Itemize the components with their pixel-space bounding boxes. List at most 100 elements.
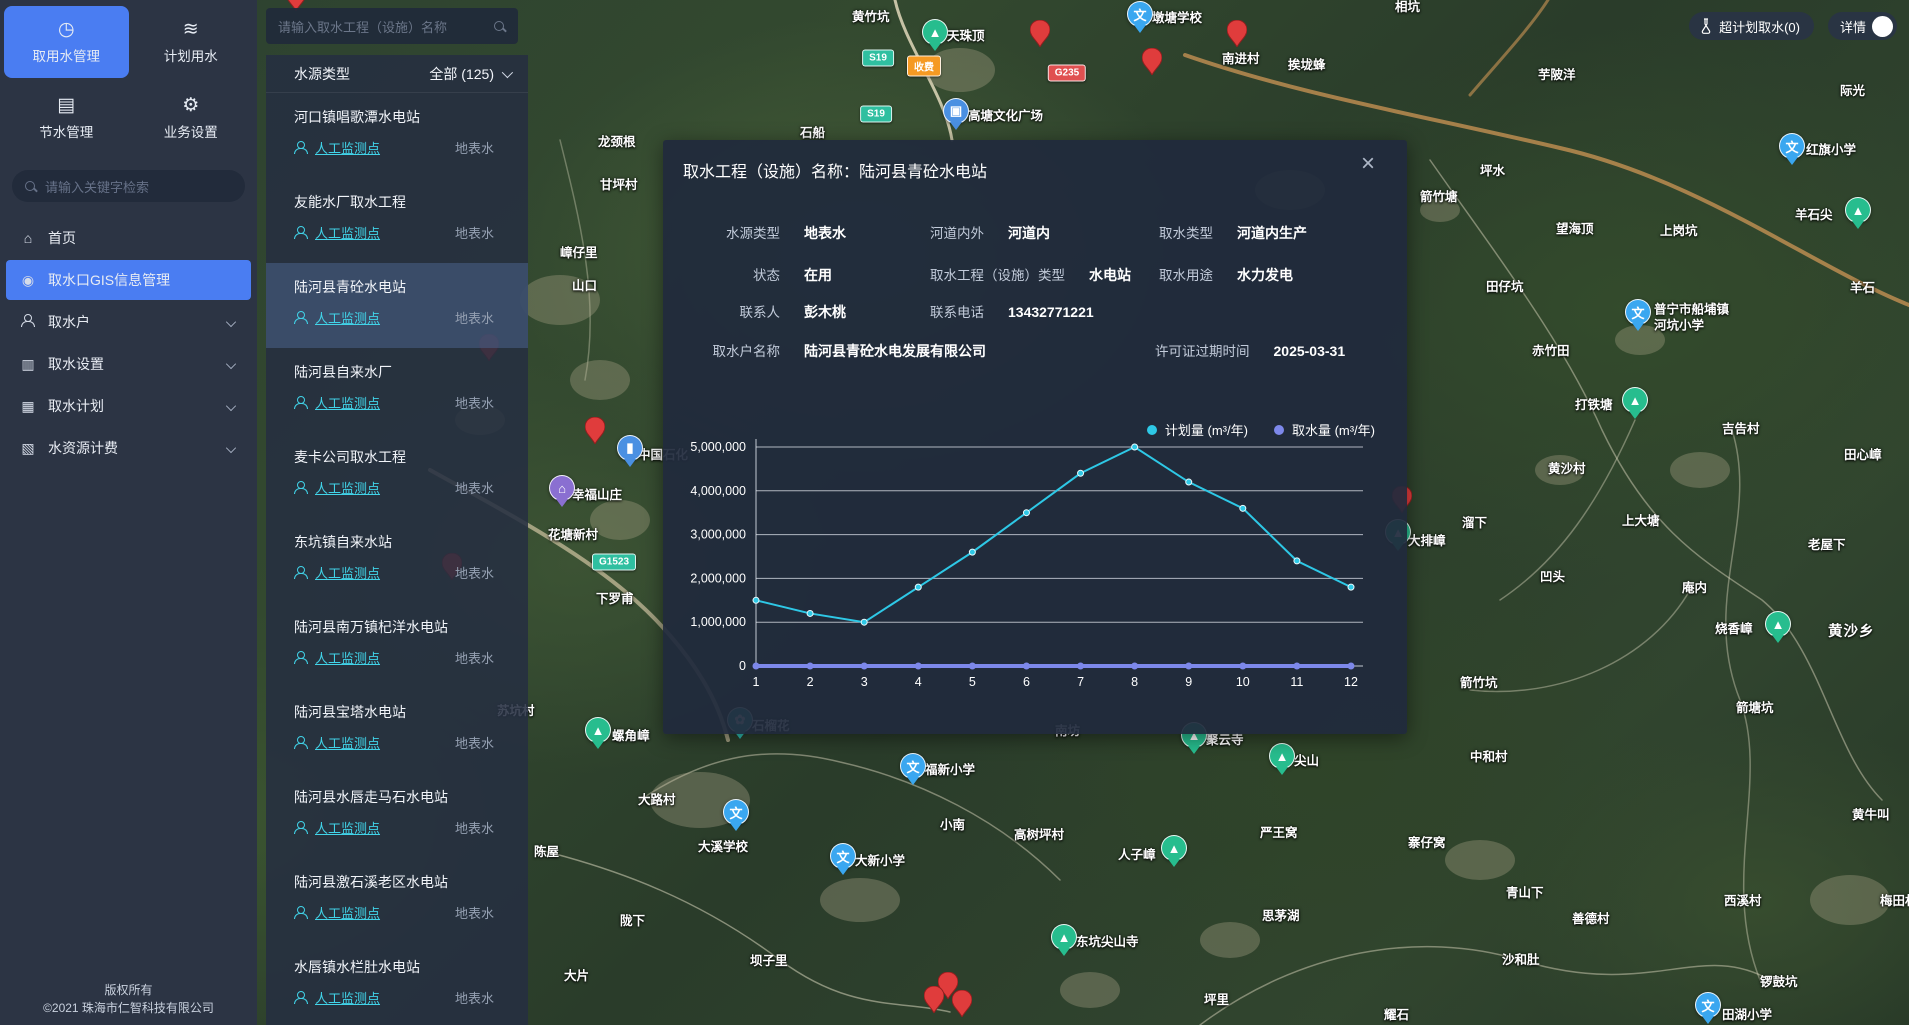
poi-pin-school[interactable]: 文 [723, 799, 749, 832]
poi-pin-gas[interactable]: ▮ [617, 435, 643, 468]
station-list-item[interactable]: 陆河县自来水厂人工监测点地表水 [266, 348, 528, 433]
station-search-placeholder: 请输入取水工程（设施）名称 [278, 17, 493, 36]
water-source-type: 地表水 [455, 563, 494, 582]
station-list-item[interactable]: 麦卡公司取水工程人工监测点地表水 [266, 433, 528, 518]
sidebar-item-4[interactable]: ▥取水设置 [6, 344, 251, 384]
station-search-input[interactable]: 请输入取水工程（设施）名称 [266, 8, 518, 44]
red-map-pin[interactable] [1227, 20, 1247, 52]
svg-text:1: 1 [753, 675, 760, 689]
app-button-4[interactable]: ⚙业务设置 [129, 82, 254, 154]
station-list-item[interactable]: 河口镇唱歌潭水电站人工监测点地表水 [266, 93, 528, 178]
poi-pin-peak[interactable]: ▲ [922, 19, 948, 52]
map-label: 箭竹坑 [1460, 676, 1498, 692]
map-label: 墩塘学校 [1152, 11, 1202, 27]
poi-pin-school[interactable]: 文 [1695, 992, 1721, 1025]
station-list-item[interactable]: 陆河县南万镇杞洋水电站人工监测点地表水 [266, 603, 528, 688]
monitor-point-link[interactable]: 人工监测点 [315, 648, 380, 667]
red-map-pin[interactable] [952, 990, 972, 1022]
peak-poi-icon: ▲ [1622, 387, 1648, 413]
poi-pin-peak[interactable]: ▲ [1269, 743, 1295, 776]
chevron-down-icon [226, 443, 236, 453]
sidebar-item-1[interactable]: ⌂首页 [6, 218, 251, 258]
temple-poi-icon: ▲ [1051, 924, 1077, 950]
poi-pin-school[interactable]: 文 [1625, 299, 1651, 332]
map-label: 黄沙乡 [1828, 623, 1875, 641]
detail-toggle[interactable]: 详情 [1828, 12, 1897, 40]
chevron-down-icon [226, 401, 236, 411]
map-label: 西溪村 [1724, 894, 1762, 910]
sidebar-item-2[interactable]: ◉取水口GIS信息管理 [6, 260, 251, 300]
poi-pin-school[interactable]: 文 [1779, 133, 1805, 166]
gear-icon: ⚙ [182, 96, 199, 115]
station-list-item[interactable]: 东坑镇自来水站人工监测点地表水 [266, 518, 528, 603]
monitor-point-link[interactable]: 人工监测点 [315, 478, 380, 497]
red-map-pin[interactable] [1142, 48, 1162, 80]
map-label: 庵内 [1682, 581, 1707, 597]
monitor-point-link[interactable]: 人工监测点 [315, 903, 380, 922]
road-badge: 收费 [907, 56, 941, 77]
red-map-pin[interactable] [1030, 20, 1050, 52]
window-icon: ▦ [20, 398, 36, 415]
app-button-2[interactable]: ≋计划用水 [129, 6, 254, 78]
station-list-item[interactable]: 水唇镇水栏肚水电站人工监测点地表水 [266, 943, 528, 1025]
map-label: 大排嶂 [1408, 534, 1446, 550]
person-icon [294, 906, 307, 919]
peak-poi-icon: ▲ [1269, 743, 1295, 769]
school-poi-icon: 文 [1695, 992, 1721, 1018]
poi-pin-peak[interactable]: ▲ [1622, 387, 1648, 420]
poi-pin-school[interactable]: 文 [830, 843, 856, 876]
monitor-point-link[interactable]: 人工监测点 [315, 138, 380, 157]
station-list-item[interactable]: 陆河县青砼水电站人工监测点地表水 [266, 263, 528, 348]
app-button-3[interactable]: ▤节水管理 [4, 82, 129, 154]
poi-pin-temple[interactable]: ▲ [1051, 924, 1077, 957]
station-list-item[interactable]: 陆河县水唇走马石水电站人工监测点地表水 [266, 773, 528, 858]
filter-value-dropdown[interactable]: 全部 (125) [429, 64, 510, 84]
map-label: 上大塘 [1622, 514, 1660, 530]
sidebar-item-3[interactable]: 取水户 [6, 302, 251, 342]
monitor-point-link[interactable]: 人工监测点 [315, 393, 380, 412]
app-button-1[interactable]: ◷取用水管理 [4, 6, 129, 78]
map-label: 福新小学 [925, 763, 975, 779]
red-map-pin[interactable] [585, 417, 605, 449]
sidebar-search-input[interactable]: 请输入关键字检索 [12, 170, 245, 202]
school-poi-icon: 文 [1779, 133, 1805, 159]
poi-pin-plaza[interactable]: ▣ [943, 98, 969, 131]
monitor-point-link[interactable]: 人工监测点 [315, 818, 380, 837]
map-label: 高树坪村 [1014, 828, 1064, 844]
map-label: 箭竹塘 [1420, 190, 1458, 206]
poi-pin-peak[interactable]: ▲ [1765, 611, 1791, 644]
over-plan-water-button[interactable]: 超计划取水(0) [1689, 12, 1814, 40]
poi-pin-peak[interactable]: ▲ [585, 717, 611, 750]
map-label: 青山下 [1506, 886, 1544, 902]
station-list-item[interactable]: 友能水厂取水工程人工监测点地表水 [266, 178, 528, 263]
monitor-point-link[interactable]: 人工监测点 [315, 223, 380, 242]
map-label: 芋陂洋 [1538, 68, 1576, 84]
filter-label: 水源类型 [294, 64, 350, 84]
map-label: 相坑 [1395, 0, 1420, 16]
monitor-point-link[interactable]: 人工监测点 [315, 563, 380, 582]
person-icon [294, 226, 307, 239]
poi-pin-peak[interactable]: ▲ [1845, 197, 1871, 230]
peak-poi-icon: ▲ [1161, 835, 1187, 861]
person-icon [294, 311, 307, 324]
station-list-item[interactable]: 陆河县激石溪老区水电站人工监测点地表水 [266, 858, 528, 943]
map-label: 幸福山庄 [572, 488, 622, 504]
map-label: 山口 [572, 279, 597, 295]
map-label: 人子嶂 [1118, 848, 1156, 864]
sidebar-item-label: 取水设置 [48, 354, 104, 374]
water-source-type: 地表水 [455, 223, 494, 242]
station-list-item[interactable]: 陆河县宝塔水电站人工监测点地表水 [266, 688, 528, 773]
poi-pin-school[interactable]: 文 [900, 753, 926, 786]
poi-pin-peak[interactable]: ▲ [1161, 835, 1187, 868]
monitor-point-link[interactable]: 人工监测点 [315, 308, 380, 327]
red-map-pin[interactable] [924, 986, 944, 1018]
sidebar-item-6[interactable]: ▧水资源计费 [6, 428, 251, 468]
monitor-point-link[interactable]: 人工监测点 [315, 733, 380, 752]
poi-pin-school[interactable]: 文 [1127, 1, 1153, 34]
monitor-point-link[interactable]: 人工监测点 [315, 988, 380, 1007]
sidebar-item-5[interactable]: ▦取水计划 [6, 386, 251, 426]
map-label: 普宁市船埔镇 河坑小学 [1654, 302, 1729, 333]
map-label: 严王窝 [1260, 826, 1298, 842]
svg-text:2: 2 [807, 675, 814, 689]
poi-pin-villa[interactable]: ⌂ [549, 475, 575, 508]
